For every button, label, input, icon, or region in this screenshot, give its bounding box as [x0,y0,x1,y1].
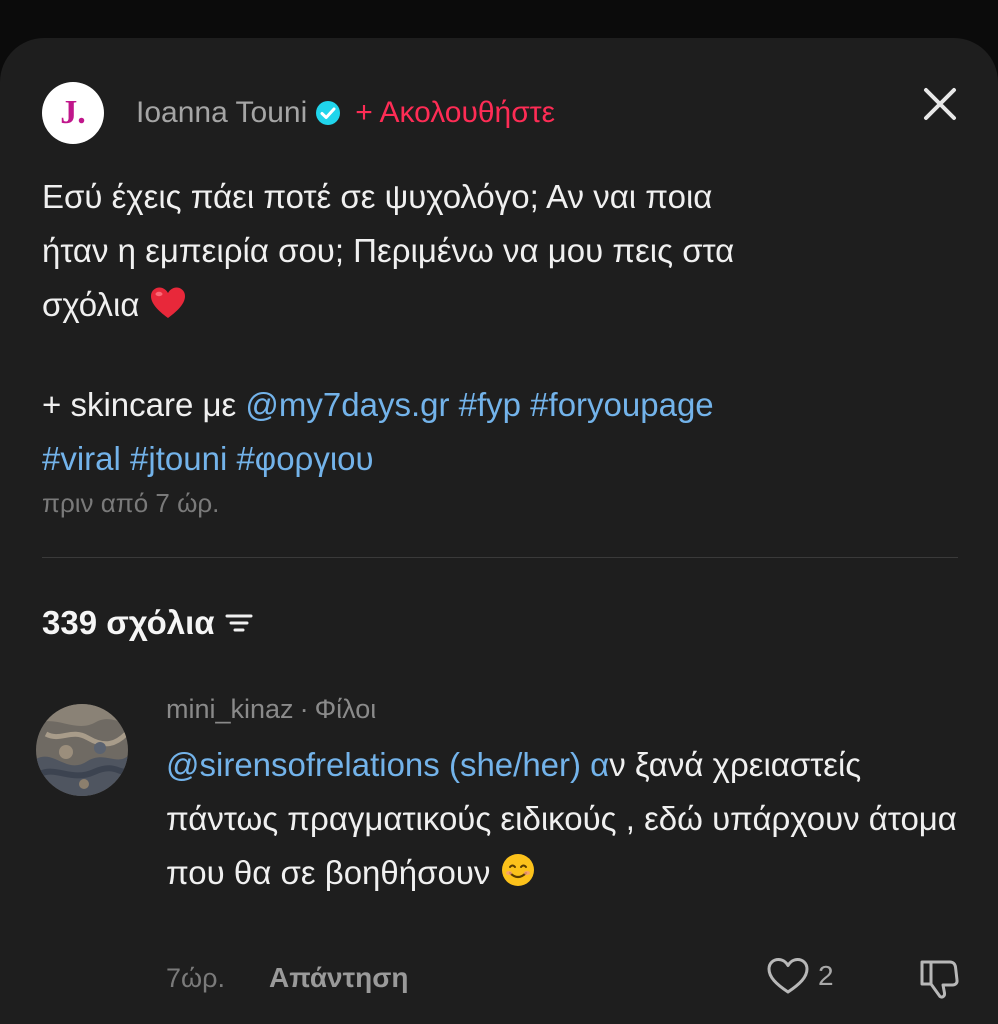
post-timestamp: πριν από 7 ώρ. [42,488,220,518]
reply-button[interactable]: Απάντηση [269,962,409,994]
comments-sheet: J. Ioanna Touni + Ακολουθήστε Εσύ έχεις … [0,38,998,1024]
like-button[interactable]: 2 [766,956,834,996]
red-heart-emoji [150,287,185,318]
post-caption: Εσύ έχεις πάει ποτέ σε ψυχολόγο; Αν ναι … [42,170,942,486]
caption-line: + skincare με @my7days.gr #fyp #foryoupa… [42,378,942,432]
comment-meta: mini_kinaz · Φίλοι [166,694,376,725]
hashtag-link[interactable]: #jtouni [130,440,227,477]
comment-mention-tail: α [581,746,610,783]
caption-line: σχόλια [42,278,942,332]
caption-line: Εσύ έχεις πάει ποτέ σε ψυχολόγο; Αν ναι … [42,178,713,215]
commenter-avatar[interactable] [36,704,128,796]
comments-count: 339 σχόλια [42,604,215,641]
avatar-image [36,704,128,796]
friend-label: Φίλοι [314,694,377,724]
post-header: J. Ioanna Touni + Ακολουθήστε [42,82,555,144]
dislike-icon[interactable] [916,956,962,1002]
comments-count-header[interactable]: 339 σχόλια [42,604,255,642]
caption-text: σχόλια [42,286,140,323]
logo-letter: J. [60,94,86,131]
mention-link[interactable]: @my7days.gr [245,386,449,423]
author-avatar[interactable]: J. [42,82,104,144]
divider [42,557,958,558]
sort-icon[interactable] [223,610,255,636]
comment-time: 7ώρ. [166,962,225,993]
caption-line: ήταν η εμπειρία σου; Περιμένω να μου πει… [42,232,735,269]
author-name[interactable]: Ioanna Touni [136,96,307,130]
caption-gap [42,332,942,378]
comment-actions: 7ώρ. Απάντηση 2 [166,956,966,1000]
comment-mention[interactable]: @sirensofrelations (she/her) [166,746,581,783]
verified-badge-icon [316,101,341,125]
caption-prefix: + skincare με [42,386,237,423]
hashtag-link[interactable]: #foryoupage [530,386,713,423]
comment-username[interactable]: mini_kinaz [166,694,294,724]
hashtag-link[interactable]: #φοργιου [236,440,373,477]
heart-outline-icon [767,958,809,994]
close-icon[interactable] [918,82,962,126]
hashtag-link[interactable]: #fyp [459,386,521,423]
hashtag-link[interactable]: #viral [42,440,121,477]
smiling-face-emoji [501,854,534,886]
comment-body: @sirensofrelations (she/her) αν ξανά χρε… [166,738,966,900]
meta-separator: · [299,694,309,724]
like-count: 2 [818,960,834,991]
caption-line: #viral #jtouni #φοργιου [42,432,942,486]
follow-button[interactable]: + Ακολουθήστε [355,96,555,130]
